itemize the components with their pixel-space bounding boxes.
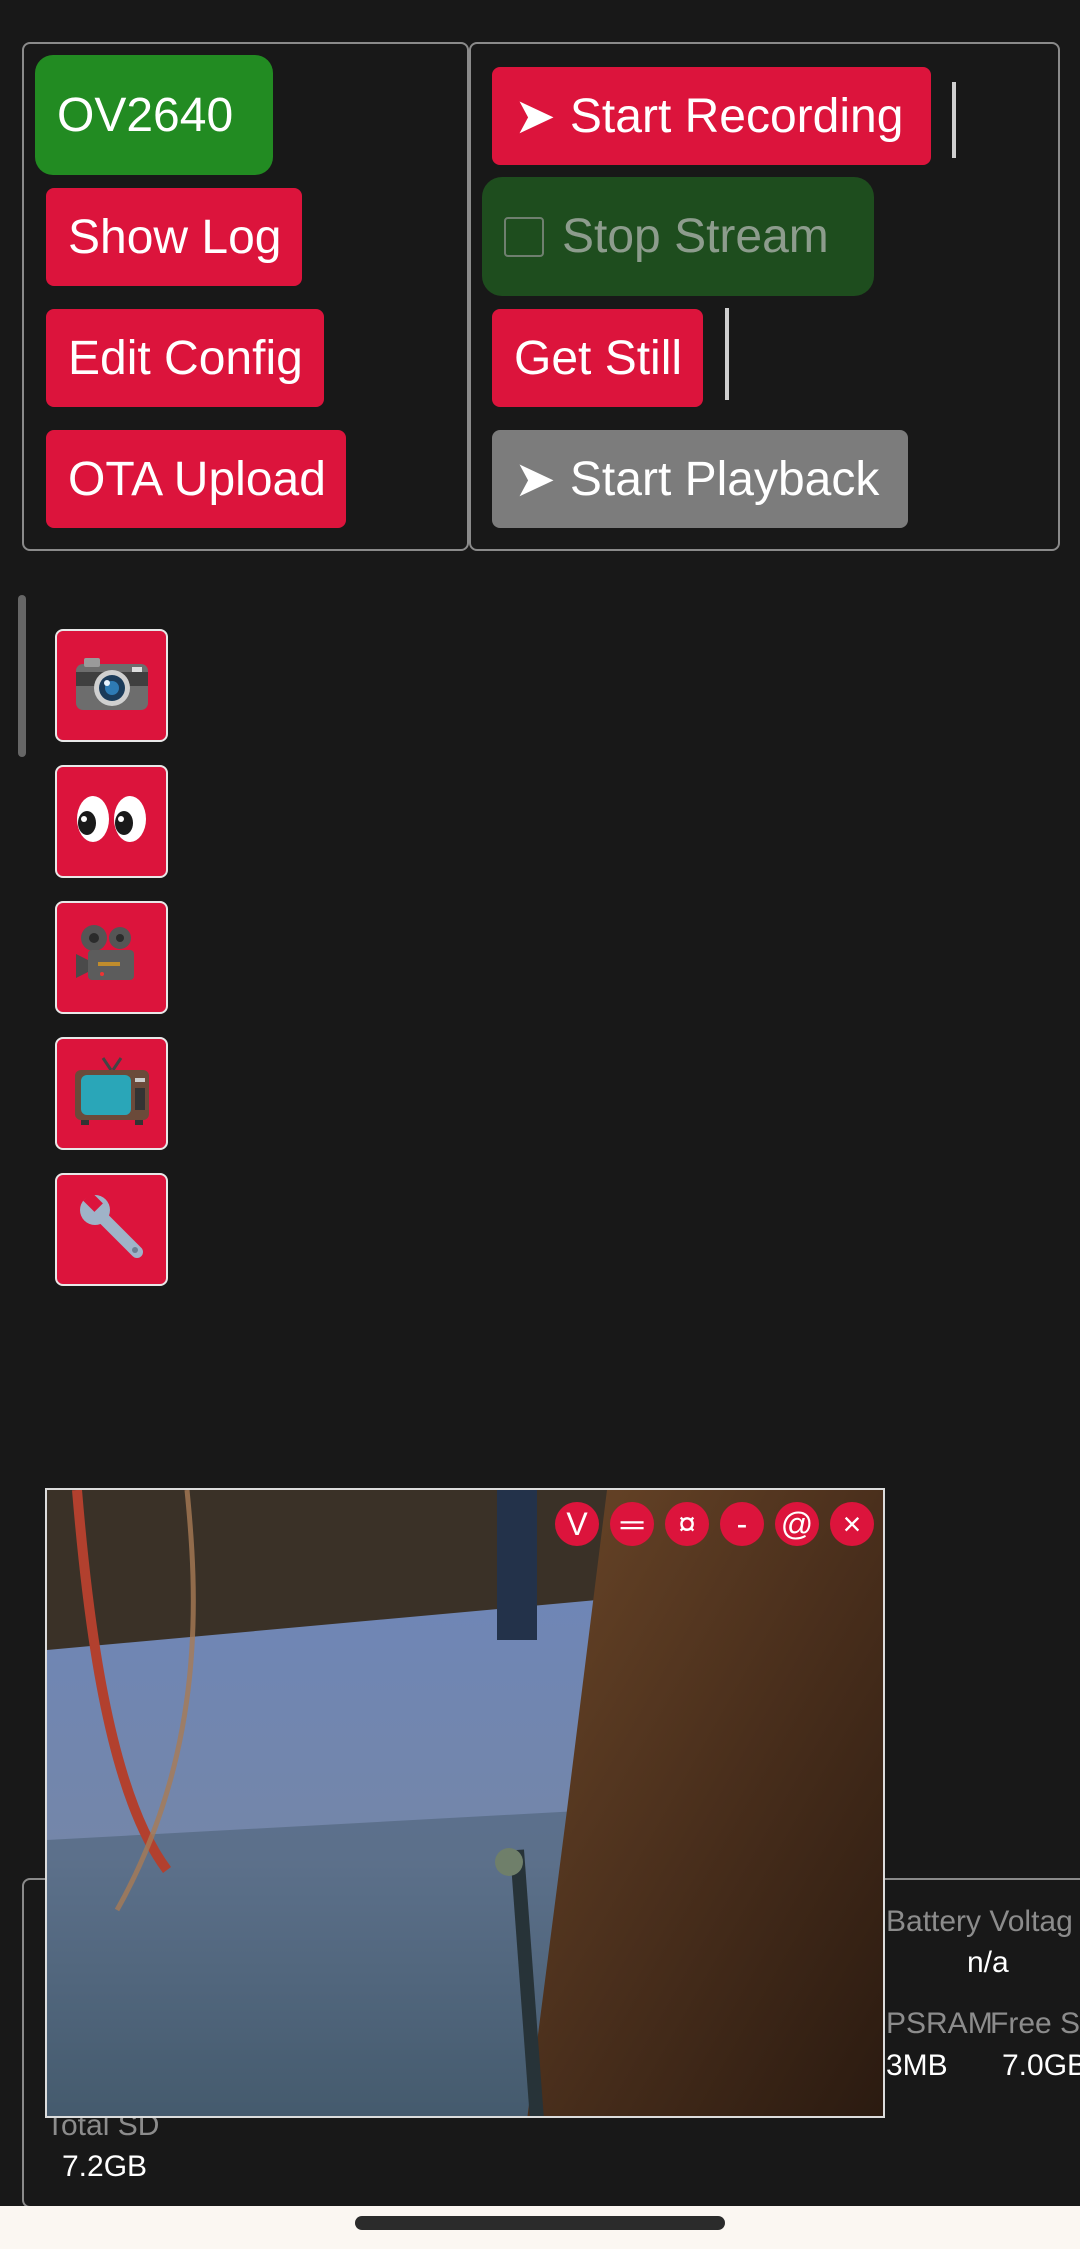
- video-rotate-button[interactable]: ¤: [665, 1502, 709, 1546]
- video-at-button[interactable]: @: [775, 1502, 819, 1546]
- sensor-label: OV2640: [57, 88, 234, 142]
- television-button[interactable]: [55, 1037, 168, 1150]
- ota-upload-button[interactable]: OTA Upload: [46, 430, 346, 528]
- video-stream[interactable]: V ═ ¤ - @ ×: [45, 1488, 885, 2118]
- start-recording-button[interactable]: ➤ Start Recording: [492, 67, 931, 165]
- sensor-button[interactable]: OV2640: [35, 55, 273, 175]
- battery-voltage-value: n/a: [967, 1946, 1009, 1979]
- edit-config-button[interactable]: Edit Config: [46, 309, 324, 407]
- movie-camera-icon: [74, 922, 150, 993]
- home-indicator[interactable]: [355, 2216, 725, 2230]
- arrow-icon: ➤: [514, 88, 556, 144]
- psram-value: 3MB: [886, 2049, 948, 2082]
- ota-upload-label: OTA Upload: [68, 452, 326, 506]
- camera-icon: [74, 652, 150, 719]
- get-still-label: Get Still: [514, 331, 683, 385]
- show-log-label: Show Log: [68, 210, 282, 264]
- total-sd-value: 7.2GB: [62, 2150, 148, 2183]
- television-icon: [73, 1056, 151, 1131]
- free-sd-value: 7.0GB: [1002, 2049, 1080, 2082]
- stop-stream-label: Stop Stream: [562, 210, 829, 263]
- video-v-button[interactable]: V: [555, 1502, 599, 1546]
- wrench-button[interactable]: [55, 1173, 168, 1286]
- free-sd-label: Free SI: [990, 2007, 1080, 2040]
- divider: [952, 82, 956, 158]
- camera-button[interactable]: [55, 629, 168, 742]
- start-playback-label: Start Playback: [569, 452, 880, 506]
- scrollbar[interactable]: [18, 595, 26, 757]
- get-still-button[interactable]: Get Still: [492, 309, 703, 407]
- stop-stream-toggle[interactable]: Stop Stream: [482, 177, 874, 296]
- psram-label: PSRAM: [886, 2007, 993, 2040]
- eyes-button[interactable]: [55, 765, 168, 878]
- video-minimize-button[interactable]: -: [720, 1502, 764, 1546]
- battery-voltage-label: Battery Voltag: [886, 1905, 1073, 1938]
- stop-stream-checkbox[interactable]: [504, 216, 544, 257]
- start-playback-button[interactable]: ➤ Start Playback: [492, 430, 908, 528]
- show-log-button[interactable]: Show Log: [46, 188, 302, 286]
- movie-camera-button[interactable]: [55, 901, 168, 1014]
- video-stack-button[interactable]: ═: [610, 1502, 654, 1546]
- arrow-icon: ➤: [514, 451, 556, 507]
- edit-config-label: Edit Config: [68, 331, 303, 385]
- start-recording-label: Start Recording: [569, 89, 904, 143]
- video-frame-image: [47, 1490, 883, 2116]
- eyes-icon: [74, 793, 150, 850]
- divider: [725, 308, 729, 400]
- video-close-button[interactable]: ×: [830, 1502, 874, 1546]
- wrench-icon: [77, 1192, 147, 1267]
